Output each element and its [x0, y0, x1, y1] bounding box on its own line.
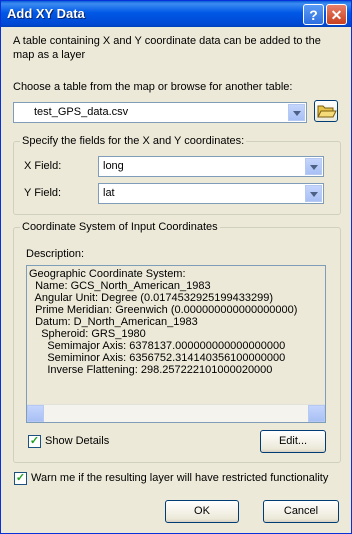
scroll-right-button[interactable]	[308, 405, 325, 422]
description-label: Description:	[26, 248, 85, 260]
chevron-down-icon[interactable]	[305, 158, 322, 175]
description-line: Inverse Flattening: 298.2572221010000200…	[29, 364, 273, 376]
description-line: Spheroid: GRS_1980	[29, 328, 146, 340]
scroll-left-button[interactable]	[27, 405, 44, 422]
coordinate-system-group-label: Coordinate System of Input Coordinates	[20, 221, 220, 233]
check-icon: ✓	[29, 435, 40, 447]
description-line: Name: GCS_North_American_1983	[29, 280, 211, 292]
chevron-down-icon[interactable]	[288, 104, 305, 121]
title-bar[interactable]: Add XY Data ? ✕	[1, 1, 351, 27]
table-dropdown[interactable]: test_GPS_data.csv	[13, 102, 307, 123]
coordinate-system-group: Coordinate System of Input Coordinates D…	[13, 221, 341, 463]
chevron-down-icon[interactable]	[305, 185, 322, 202]
intro-text-line1: A table containing X and Y coordinate da…	[13, 35, 321, 47]
description-line: Datum: D_North_American_1983	[29, 316, 198, 328]
x-field-value: long	[103, 160, 124, 172]
browse-button[interactable]	[314, 100, 338, 122]
edit-button[interactable]: Edit...	[260, 430, 326, 453]
description-line: Prime Meridian: Greenwich (0.00000000000…	[29, 304, 298, 316]
close-button[interactable]: ✕	[326, 4, 347, 25]
horizontal-scrollbar[interactable]	[27, 404, 325, 422]
ok-button[interactable]: OK	[165, 500, 239, 523]
xy-fields-group: Specify the fields for the X and Y coord…	[13, 135, 341, 215]
y-field-value: lat	[103, 187, 115, 199]
show-details-label: Show Details	[45, 435, 110, 447]
x-field-label: X Field:	[24, 160, 62, 172]
description-line: Geographic Coordinate System:	[29, 268, 186, 280]
help-button[interactable]: ?	[303, 4, 324, 25]
window-title: Add XY Data	[7, 6, 85, 21]
table-dropdown-value: test_GPS_data.csv	[34, 106, 129, 118]
add-xy-data-dialog: Add XY Data ? ✕ A table containing X and…	[0, 0, 352, 534]
show-details-checkbox[interactable]: ✓	[28, 435, 41, 448]
warn-checkbox[interactable]: ✓	[14, 472, 27, 485]
y-field-dropdown[interactable]: lat	[98, 183, 324, 204]
cancel-button[interactable]: Cancel	[263, 500, 339, 523]
intro-text-line2: map as a layer	[13, 49, 86, 61]
description-line: Angular Unit: Degree (0.0174532925199433…	[29, 292, 274, 304]
warn-label: Warn me if the resulting layer will have…	[31, 472, 329, 484]
xy-fields-group-label: Specify the fields for the X and Y coord…	[20, 135, 247, 147]
open-folder-icon	[317, 105, 337, 118]
description-line: Semimajor Axis: 6378137.0000000000000000…	[29, 340, 286, 352]
description-line: Semiminor Axis: 6356752.3141403561000000…	[29, 352, 286, 364]
table-select-label: Choose a table from the map or browse fo…	[13, 81, 293, 93]
y-field-label: Y Field:	[24, 187, 62, 199]
description-box[interactable]: Geographic Coordinate System: Name: GCS_…	[26, 265, 326, 423]
x-field-dropdown[interactable]: long	[98, 156, 324, 177]
check-icon: ✓	[15, 472, 26, 484]
